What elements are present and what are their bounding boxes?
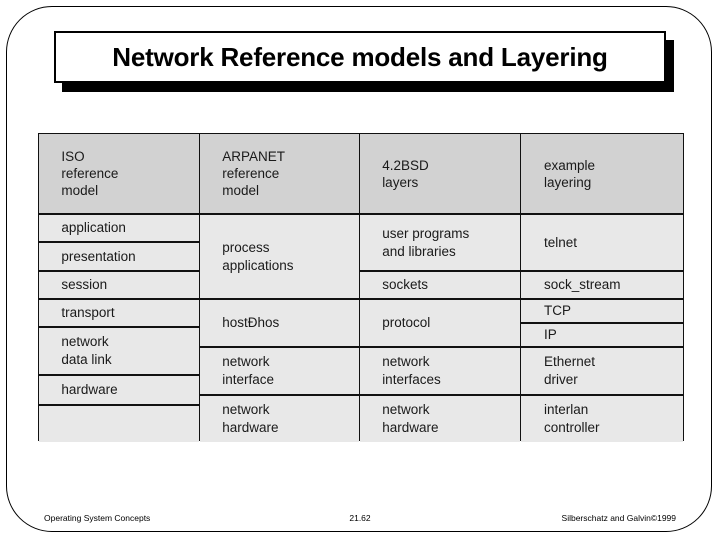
page-title: Network Reference models and Layering [112,41,608,72]
table-cell: network interface [200,348,359,396]
column-header-label: example layering [543,157,595,190]
column-header-label: ARPANET reference model [222,149,285,198]
table-cell: Ethernet driver [521,348,683,396]
table-cell: application [39,215,199,243]
table-cell: TCP [521,300,683,324]
table-cell-label: network hardware [382,402,439,435]
table-cell-label: sock_stream [543,277,621,292]
table-cell-label: network data link [61,334,112,367]
table-cell-label: process applications [222,239,294,273]
slide: Network Reference models and Layering IS… [0,0,720,540]
title-banner: Network Reference models and Layering [54,31,674,92]
footer-copyright: Silberschatz and Galvin©1999 [561,513,676,523]
column-header-label: ISO reference model [61,149,119,198]
table-cell-label: network interface [222,354,274,387]
table-column-bsd-layers: 4.2BSD layers user programs and libraries… [359,134,522,442]
table-cell-label: hardware [61,382,118,397]
table-cell: IP [521,324,683,348]
slide-footer: Operating System Concepts 21.62 Silbersc… [0,513,720,535]
column-header-bsd-layers: 4.2BSD layers [359,134,521,215]
table-cell-label: Ethernet driver [543,354,596,387]
title-box: Network Reference models and Layering [54,31,666,83]
table-cell: transport [39,300,199,328]
column-header-iso-reference-model: ISO reference model [39,134,199,215]
table-cell-label: sockets [382,277,428,292]
column-header-example-layering: example layering [521,134,683,215]
table-cell: interlan controller [521,396,683,442]
table-column-iso-reference-model: ISO reference model application presentati… [39,134,200,442]
table-cell-label: presentation [61,248,136,264]
table-cell: hostÐhos [200,300,359,348]
table-cell-label: session [61,277,108,292]
table-cell: network hardware [200,396,359,442]
table-cell-label: transport [61,305,115,320]
table-column-arpanet-reference-model: ARPANET reference model process applicati… [200,134,360,442]
column-header-arpanet-reference-model: ARPANET reference model [200,134,359,215]
table-cell-label: user programs and libraries [382,225,470,259]
table-cell: hardware [39,376,199,406]
table-cell: session [39,272,199,300]
table-cell: network hardware [359,396,521,442]
table-cell-label: application [61,220,126,235]
table-cell-label: telnet [543,234,577,250]
table-cell: network interfaces [359,348,521,396]
table-cell-label: network interfaces [382,354,441,387]
table-cell: sock_stream [521,272,683,300]
column-header-label: 4.2BSD layers [382,157,429,190]
table-cell-label: TCP [543,303,571,318]
table-column-example-layering: example layering telnet sock_stream TCP IP Et… [521,134,683,442]
table-cell: sockets [359,272,521,300]
table-cell-label: protocol [382,315,431,330]
table-cell-label: interlan controller [543,402,600,435]
table-cell-label: hostÐhos [222,315,280,330]
table-columns: ISO reference model application presentati… [39,134,683,442]
table-cell: network data link [39,328,199,376]
table-cell: user programs and libraries [359,215,521,272]
table-cell-label: network hardware [222,402,279,435]
table-cell: protocol [359,300,521,348]
layering-comparison-table: ISO reference model application presentati… [38,133,684,442]
table-cell-empty [39,406,199,442]
table-cell: process applications [200,215,359,300]
table-cell: presentation [39,243,199,272]
table-cell: telnet [521,215,683,272]
table-cell-label: IP [543,327,557,342]
